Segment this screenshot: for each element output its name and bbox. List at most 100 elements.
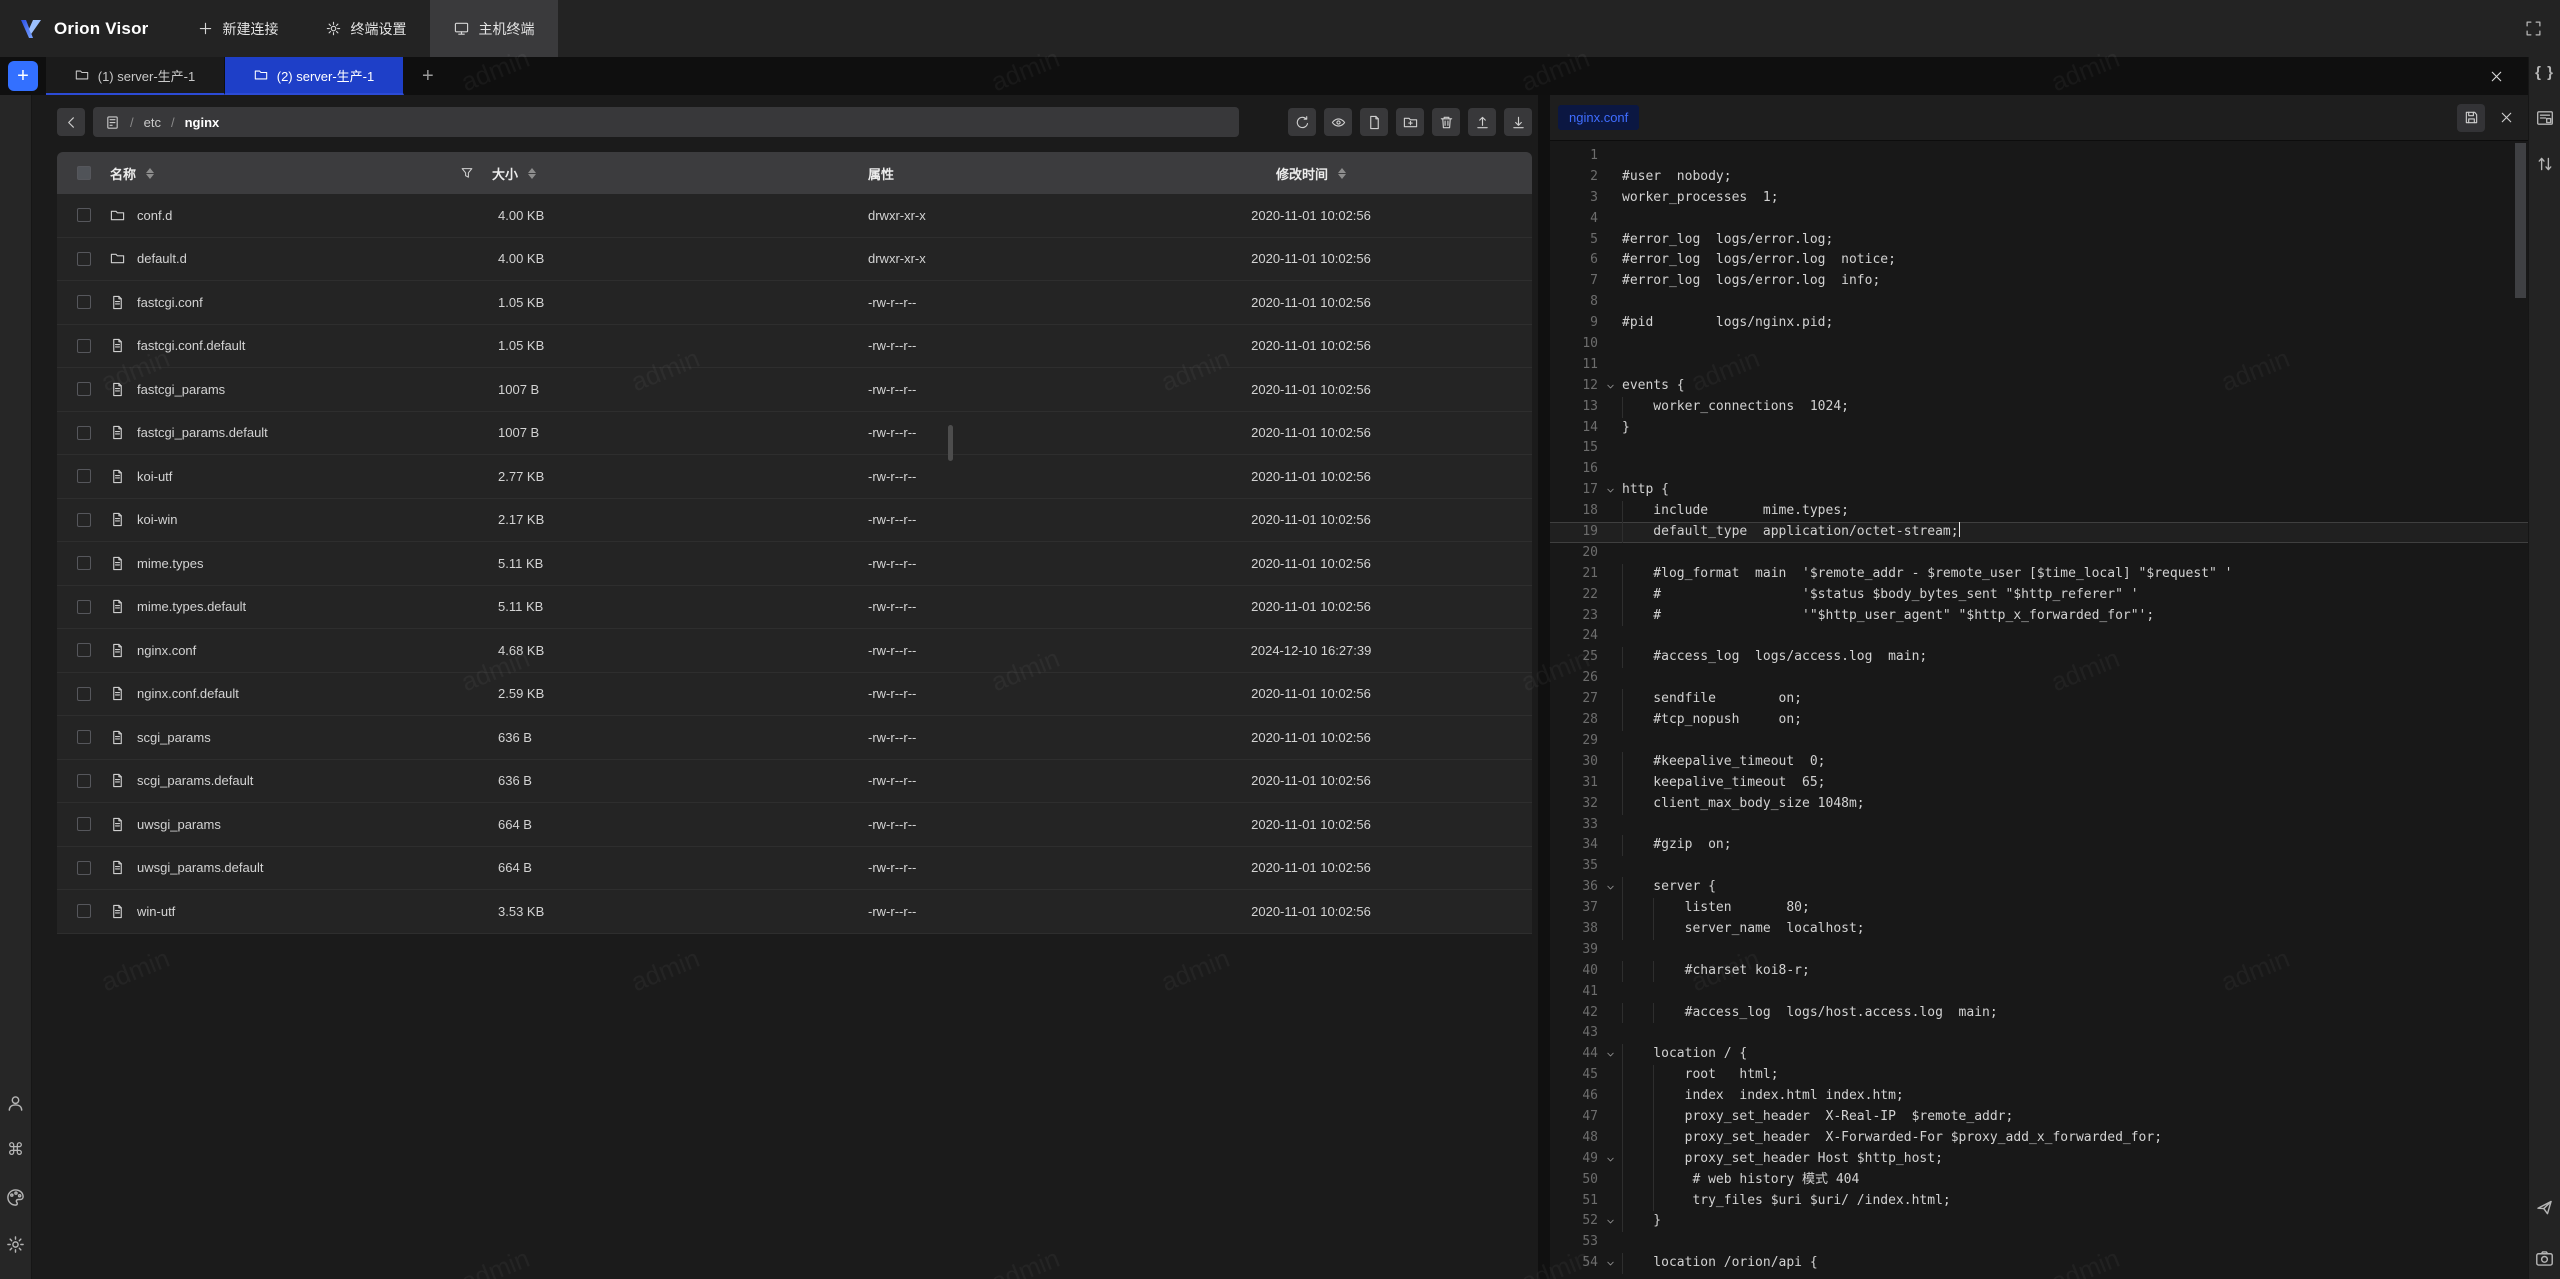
code-line[interactable]: 48 proxy_set_header X-Forwarded-For $pro… — [1550, 1128, 2528, 1149]
file-name[interactable]: mime.types.default — [137, 599, 246, 614]
code-line[interactable]: 27 sendfile on; — [1550, 689, 2528, 710]
storage-icon[interactable] — [105, 115, 120, 130]
code-line[interactable]: 53 — [1550, 1232, 2528, 1253]
row-checkbox[interactable] — [77, 295, 91, 309]
fold-icon[interactable] — [1598, 480, 1622, 501]
close-editor-icon[interactable] — [2495, 106, 2518, 129]
code-line[interactable]: 29 — [1550, 731, 2528, 752]
screenshot-icon[interactable] — [2534, 1243, 2556, 1273]
row-checkbox[interactable] — [77, 730, 91, 744]
code-line[interactable]: 32 client_max_body_size 1048m; — [1550, 794, 2528, 815]
code-line[interactable]: 35 — [1550, 856, 2528, 877]
breadcrumb-item[interactable]: etc — [144, 115, 161, 130]
code-line[interactable]: 45 root html; — [1550, 1065, 2528, 1086]
code-line[interactable]: 26 — [1550, 668, 2528, 689]
code-line[interactable]: 17http { — [1550, 480, 2528, 501]
file-name[interactable]: fastcgi.conf.default — [137, 338, 245, 353]
file-row[interactable]: scgi_params.default636 B-rw-r--r--2020-1… — [57, 760, 1532, 804]
filter-icon[interactable] — [460, 166, 474, 180]
file-name[interactable]: conf.d — [137, 208, 172, 223]
code-line[interactable]: 1 — [1550, 146, 2528, 167]
code-line[interactable]: 16 — [1550, 459, 2528, 480]
select-all-checkbox[interactable] — [77, 166, 91, 180]
code-line[interactable]: 11 — [1550, 355, 2528, 376]
code-editor[interactable]: 12#user nobody;3worker_processes 1;45#er… — [1550, 141, 2528, 1279]
code-line[interactable]: 39 — [1550, 940, 2528, 961]
file-name[interactable]: nginx.conf — [137, 643, 196, 658]
code-line[interactable]: 34 #gzip on; — [1550, 835, 2528, 856]
download-button[interactable] — [1504, 108, 1532, 136]
row-checkbox[interactable] — [77, 600, 91, 614]
code-line[interactable]: 31 keepalive_timeout 65; — [1550, 773, 2528, 794]
menu-item-终端设置[interactable]: 终端设置 — [302, 0, 430, 57]
code-line[interactable]: 30 #keepalive_timeout 0; — [1550, 752, 2528, 773]
file-name[interactable]: fastcgi_params.default — [137, 425, 268, 440]
code-line[interactable]: 37 listen 80; — [1550, 898, 2528, 919]
editor-scrollbar[interactable] — [2515, 143, 2528, 303]
new-connection-button[interactable]: + — [8, 61, 38, 91]
refresh-button[interactable] — [1288, 108, 1316, 136]
row-checkbox[interactable] — [77, 208, 91, 222]
shortcuts-icon[interactable]: ⌘ — [5, 1139, 27, 1161]
sort-mtime-icon[interactable] — [1338, 168, 1346, 179]
code-line[interactable]: 46 index index.html index.htm; — [1550, 1086, 2528, 1107]
fold-icon[interactable] — [1598, 376, 1622, 397]
code-line[interactable]: 36 server { — [1550, 877, 2528, 898]
save-file-button[interactable] — [2457, 104, 2485, 132]
code-line[interactable]: 51 try_files $uri $uri/ /index.html; — [1550, 1191, 2528, 1212]
code-line[interactable]: 6#error_log logs/error.log notice; — [1550, 250, 2528, 271]
close-panel-icon[interactable] — [2489, 57, 2504, 95]
file-row[interactable]: uwsgi_params664 B-rw-r--r--2020-11-01 10… — [57, 803, 1532, 847]
row-checkbox[interactable] — [77, 252, 91, 266]
row-checkbox[interactable] — [77, 469, 91, 483]
sort-name-icon[interactable] — [146, 168, 154, 179]
row-checkbox[interactable] — [77, 861, 91, 875]
terminal-tab-1[interactable]: (1) server-生产-1 — [46, 57, 225, 95]
sort-size-icon[interactable] — [528, 168, 536, 179]
code-line[interactable]: 18 include mime.types; — [1550, 501, 2528, 522]
file-row[interactable]: koi-win2.17 KB-rw-r--r--2020-11-01 10:02… — [57, 499, 1532, 543]
row-checkbox[interactable] — [77, 774, 91, 788]
code-line[interactable]: 5#error_log logs/error.log; — [1550, 230, 2528, 251]
new-file-button[interactable] — [1360, 108, 1388, 136]
new-folder-button[interactable] — [1396, 108, 1424, 136]
send-icon[interactable] — [2534, 1192, 2556, 1222]
delete-button[interactable] — [1432, 108, 1460, 136]
theme-icon[interactable] — [5, 1186, 27, 1208]
fullscreen-icon[interactable] — [2522, 18, 2544, 40]
sort-icon[interactable] — [2534, 149, 2556, 179]
menu-item-主机终端[interactable]: 主机终端 — [430, 0, 558, 57]
code-line[interactable]: 10 — [1550, 334, 2528, 355]
file-row[interactable]: fastcgi.conf.default1.05 KB-rw-r--r--202… — [57, 325, 1532, 369]
fold-icon[interactable] — [1598, 1211, 1622, 1232]
code-line[interactable]: 41 — [1550, 982, 2528, 1003]
file-row[interactable]: mime.types5.11 KB-rw-r--r--2020-11-01 10… — [57, 542, 1532, 586]
row-checkbox[interactable] — [77, 339, 91, 353]
fold-icon[interactable] — [1598, 1149, 1622, 1170]
code-line[interactable]: 25 #access_log logs/access.log main; — [1550, 647, 2528, 668]
code-line[interactable]: 33 — [1550, 815, 2528, 836]
code-line[interactable]: 14} — [1550, 418, 2528, 439]
file-row[interactable]: win-utf3.53 KB-rw-r--r--2020-11-01 10:02… — [57, 890, 1532, 934]
code-line[interactable]: 24 — [1550, 626, 2528, 647]
format-icon[interactable]: { } — [2534, 57, 2556, 87]
file-name[interactable]: scgi_params.default — [137, 773, 253, 788]
code-line[interactable]: 3worker_processes 1; — [1550, 188, 2528, 209]
file-row[interactable]: nginx.conf4.68 KB-rw-r--r--2024-12-10 16… — [57, 629, 1532, 673]
row-checkbox[interactable] — [77, 513, 91, 527]
code-line[interactable]: 21 #log_format main '$remote_addr - $rem… — [1550, 564, 2528, 585]
code-line[interactable]: 40 #charset koi8-r; — [1550, 961, 2528, 982]
file-row[interactable]: conf.d4.00 KBdrwxr-xr-x2020-11-01 10:02:… — [57, 194, 1532, 238]
file-name[interactable]: mime.types — [137, 556, 203, 571]
row-checkbox[interactable] — [77, 382, 91, 396]
code-line[interactable]: 4 — [1550, 209, 2528, 230]
code-line[interactable]: 28 #tcp_nopush on; — [1550, 710, 2528, 731]
file-name[interactable]: uwsgi_params.default — [137, 860, 263, 875]
file-row[interactable]: fastcgi.conf1.05 KB-rw-r--r--2020-11-01 … — [57, 281, 1532, 325]
fold-icon[interactable] — [1598, 1044, 1622, 1065]
code-line[interactable]: 49 proxy_set_header Host $http_host; — [1550, 1149, 2528, 1170]
code-line[interactable]: 44 location / { — [1550, 1044, 2528, 1065]
panel-splitter[interactable] — [1538, 95, 1550, 1279]
code-line[interactable]: 52 } — [1550, 1211, 2528, 1232]
upload-button[interactable] — [1468, 108, 1496, 136]
